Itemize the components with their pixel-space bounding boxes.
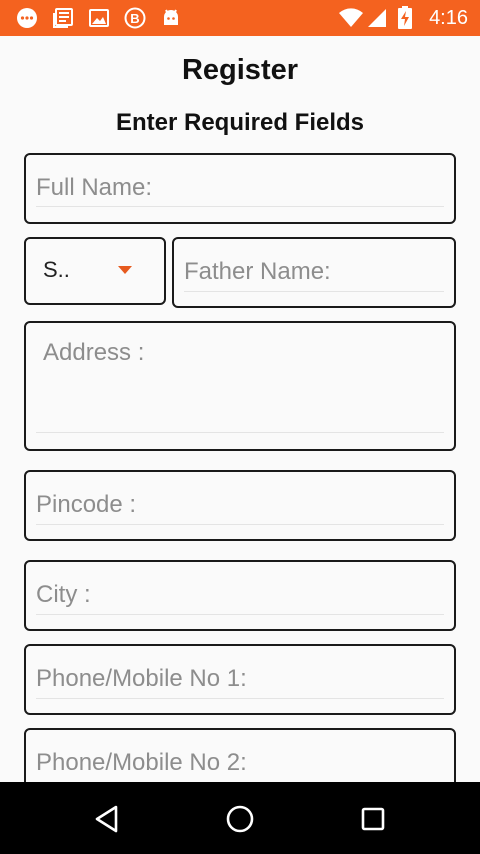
signal-icon: [366, 7, 388, 29]
address-input[interactable]: [43, 339, 444, 419]
pincode-input[interactable]: [36, 491, 444, 519]
full-name-underline: [36, 206, 444, 207]
back-icon[interactable]: [90, 802, 124, 836]
pincode-field[interactable]: [24, 470, 456, 541]
b-badge-icon: B: [124, 7, 146, 29]
phone1-field[interactable]: [24, 644, 456, 715]
dropdown-arrow-icon: [118, 266, 132, 274]
full-name-input[interactable]: [36, 174, 444, 202]
wifi-icon: [338, 7, 364, 29]
recents-icon[interactable]: [356, 802, 390, 836]
image-icon: [88, 7, 110, 29]
father-name-input[interactable]: [184, 258, 444, 286]
father-name-field[interactable]: [172, 237, 456, 308]
city-field[interactable]: [24, 560, 456, 631]
phone1-input[interactable]: [36, 665, 444, 693]
navigation-bar: [0, 782, 480, 854]
home-icon[interactable]: [223, 802, 257, 836]
status-bar: B 4:16: [0, 0, 480, 36]
pincode-underline: [36, 524, 444, 525]
svg-text:B: B: [130, 11, 139, 26]
phone1-underline: [36, 698, 444, 699]
phone2-input[interactable]: [36, 749, 444, 777]
full-name-field[interactable]: [24, 153, 456, 224]
chat-bubble-icon: [16, 7, 38, 29]
salutation-selected: S..: [43, 257, 70, 282]
android-icon: [160, 7, 182, 29]
address-field[interactable]: [24, 321, 456, 451]
page-title: Register: [181, 54, 299, 86]
status-time: 4:16: [429, 7, 468, 29]
city-input[interactable]: [36, 581, 444, 609]
page-subtitle: Enter Required Fields: [115, 109, 365, 136]
battery-charging-icon: [396, 6, 414, 29]
father-name-underline: [184, 291, 444, 292]
news-icon: [52, 7, 74, 29]
salutation-spinner[interactable]: S..: [24, 237, 166, 305]
city-underline: [36, 614, 444, 615]
address-underline: [36, 432, 444, 433]
